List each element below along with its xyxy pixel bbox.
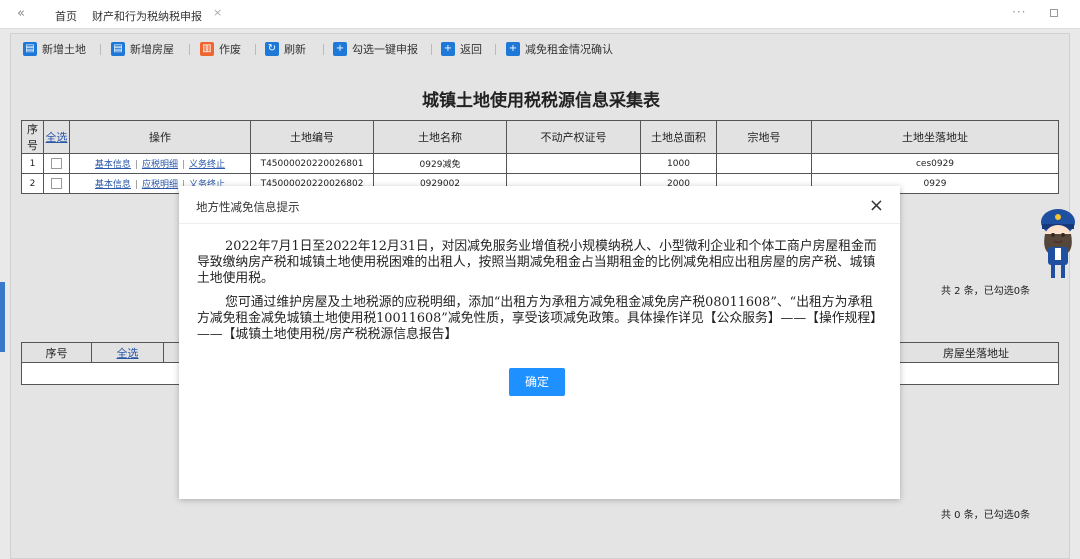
local-reduction-dialog: 地方性减免信息提示 × 2022年7月1日至2022年12月31日，对因减免服务… bbox=[179, 186, 900, 499]
header-cert-no: 不动产权证号 bbox=[506, 120, 641, 154]
refresh-label: 刷新 bbox=[284, 43, 306, 56]
plus-icon: + bbox=[441, 42, 455, 56]
land-count-text: 共 2 条，已勾选0条 bbox=[941, 286, 1031, 297]
row-no: 1 bbox=[21, 153, 44, 174]
batch-declare-button[interactable]: + 勾选一键申报 bbox=[333, 41, 418, 57]
basic-info-link[interactable]: 基本信息 bbox=[95, 160, 131, 170]
collapse-sidebar-icon[interactable]: « bbox=[17, 6, 25, 21]
row-address: ces0929 bbox=[811, 153, 1059, 174]
refresh-button[interactable]: ↻ 刷新 bbox=[265, 41, 306, 57]
confirm-button[interactable]: 确定 bbox=[509, 368, 565, 396]
add-land-button[interactable]: ▤ 新增土地 bbox=[23, 41, 86, 57]
row-cert-no bbox=[506, 153, 641, 174]
tax-detail-link[interactable]: 应税明细 bbox=[142, 160, 178, 170]
header-no: 序号 bbox=[21, 120, 44, 154]
header-land-name: 土地名称 bbox=[373, 120, 507, 154]
row-checkbox[interactable] bbox=[43, 153, 70, 174]
dialog-paragraph-2: 您可通过维护房屋及土地税源的应税明细，添加“出租方为承租方减免租金减免房产税08… bbox=[197, 295, 883, 342]
more-icon[interactable]: ··· bbox=[1012, 5, 1026, 19]
maximize-icon[interactable] bbox=[1050, 9, 1058, 17]
header-house-address: 房屋坐落地址 bbox=[893, 342, 1059, 363]
header-parcel-no: 宗地号 bbox=[716, 120, 812, 154]
trash-icon: ▥ bbox=[200, 42, 214, 56]
land-table: 序号 全选 操作 土地编号 土地名称 不动产权证号 土地总面积 宗地号 土地坐落… bbox=[21, 120, 1059, 194]
form-title: 城镇土地使用税税源信息采集表 bbox=[422, 91, 660, 111]
rent-reduction-confirm-button[interactable]: + 减免租金情况确认 bbox=[506, 41, 613, 57]
row-parcel-no bbox=[716, 153, 812, 174]
tab-home[interactable]: 首页 bbox=[55, 8, 77, 24]
rent-reduction-confirm-label: 减免租金情况确认 bbox=[525, 43, 613, 56]
select-all-link[interactable]: 全选 bbox=[43, 120, 70, 154]
table-row: 1 基本信息 | 应税明细 | 义务终止 T45000020220026801 0929… bbox=[21, 153, 1059, 174]
header-ops: 操作 bbox=[69, 120, 251, 154]
void-button[interactable]: ▥ 作废 bbox=[200, 41, 241, 57]
add-house-button[interactable]: ▤ 新增房屋 bbox=[111, 41, 174, 57]
void-label: 作废 bbox=[219, 43, 241, 56]
tab-bar: « 首页 财产和行为税纳税申报 × ··· bbox=[0, 0, 1080, 29]
back-button[interactable]: + 返回 bbox=[441, 41, 482, 57]
toolbar: ▤ 新增土地 ▤ 新增房屋 ▥ 作废 ↻ 刷新 + 勾选一键申报 + 返回 + … bbox=[11, 34, 1069, 64]
tab-tax-declaration[interactable]: 财产和行为税纳税申报 bbox=[88, 6, 206, 26]
dialog-title: 地方性减免信息提示 bbox=[196, 200, 300, 214]
dialog-header: 地方性减免信息提示 × bbox=[179, 186, 900, 224]
add-land-label: 新增土地 bbox=[42, 43, 86, 56]
document-icon: ▤ bbox=[111, 42, 125, 56]
row-area: 1000 bbox=[640, 153, 717, 174]
batch-declare-label: 勾选一键申报 bbox=[352, 43, 418, 56]
document-icon: ▤ bbox=[23, 42, 37, 56]
dialog-body: 2022年7月1日至2022年12月31日，对因减免服务业增值税小规模纳税人、小… bbox=[197, 239, 885, 351]
select-all-link[interactable]: 全选 bbox=[91, 342, 164, 363]
row-land-name: 0929减免 bbox=[373, 153, 507, 174]
add-house-label: 新增房屋 bbox=[130, 43, 174, 56]
header-land-id: 土地编号 bbox=[250, 120, 374, 154]
header-no: 序号 bbox=[21, 342, 92, 363]
basic-info-link[interactable]: 基本信息 bbox=[95, 180, 131, 190]
close-tab-icon[interactable]: × bbox=[213, 6, 222, 19]
tax-detail-link[interactable]: 应税明细 bbox=[142, 180, 178, 190]
house-count-text: 共 0 条，已勾选0条 bbox=[941, 510, 1031, 521]
row-no: 2 bbox=[21, 173, 44, 194]
table-header-row: 序号 全选 操作 土地编号 土地名称 不动产权证号 土地总面积 宗地号 土地坐落… bbox=[21, 120, 1059, 154]
side-panel-toggle[interactable] bbox=[0, 282, 5, 352]
back-label: 返回 bbox=[460, 43, 482, 56]
plus-icon: + bbox=[333, 42, 347, 56]
terminate-link[interactable]: 义务终止 bbox=[189, 160, 225, 170]
row-land-id: T45000020220026801 bbox=[250, 153, 374, 174]
row-checkbox[interactable] bbox=[43, 173, 70, 194]
plus-icon: + bbox=[506, 42, 520, 56]
close-icon[interactable]: × bbox=[869, 195, 884, 216]
row-ops: 基本信息 | 应税明细 | 义务终止 bbox=[69, 153, 251, 174]
dialog-paragraph-1: 2022年7月1日至2022年12月31日，对因减免服务业增值税小规模纳税人、小… bbox=[197, 239, 877, 286]
mascot-icon bbox=[1041, 209, 1075, 278]
refresh-icon: ↻ bbox=[265, 42, 279, 56]
header-address: 土地坐落地址 bbox=[811, 120, 1059, 154]
header-area: 土地总面积 bbox=[640, 120, 717, 154]
